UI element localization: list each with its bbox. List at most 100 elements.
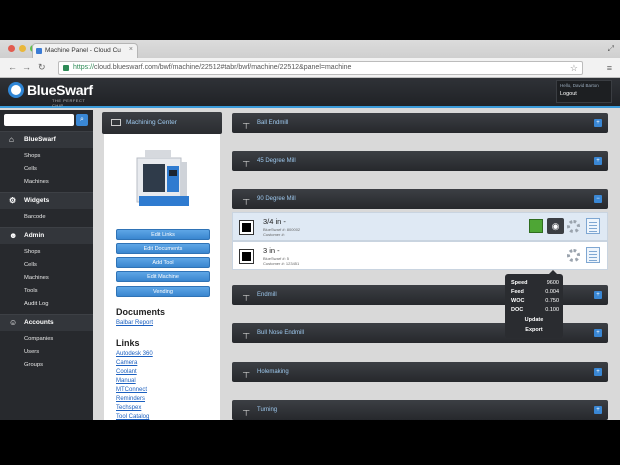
link-autodesk-360[interactable]: Autodesk 360 (116, 351, 153, 357)
tool-group-ball-endmill[interactable]: ┬ Ball Endmill + (232, 113, 608, 133)
expand-icon[interactable]: + (594, 368, 602, 376)
tool-group-holemaking[interactable]: ┬ Holemaking + (232, 362, 608, 382)
tool-row[interactable]: 3 in - BlueSwarf #: 5 Customer #: 123451 (232, 241, 608, 270)
browser-tab[interactable]: Machine Panel - Cloud Cu × (32, 43, 138, 58)
logo-icon (8, 82, 24, 98)
address-bar[interactable]: https://cloud.blueswarf.com/bwf/machine/… (58, 61, 583, 75)
sidebar-section-title: Accounts (24, 319, 54, 326)
add-tool-button[interactable]: Add Tool (116, 257, 210, 268)
settings-gear-icon[interactable] (567, 249, 580, 262)
vending-button[interactable]: Vending (116, 286, 210, 297)
sidebar-item-companies[interactable]: Companies (0, 333, 93, 345)
sidebar-item-audit-log[interactable]: Audit Log (0, 298, 93, 310)
popup-row-speed: Speed 9600 (511, 279, 559, 288)
eye-icon[interactable]: ◉ (547, 218, 564, 234)
fullscreen-icon[interactable]: ⤢ (608, 44, 614, 54)
popup-value: 0.750 (545, 298, 559, 304)
url-text: cloud.blueswarf.com/bwf/machine/22512#ta… (94, 64, 352, 71)
brand-tagline: THE PERFECT CHIP (52, 98, 86, 108)
tool-icon: ┬ (243, 118, 250, 128)
spreadsheet-icon[interactable] (586, 218, 600, 234)
popup-value: 0.004 (545, 289, 559, 295)
machine-icon (111, 119, 121, 126)
tool-group-turning[interactable]: ┬ Turning + (232, 400, 608, 420)
link-reminders[interactable]: Reminders (116, 396, 145, 402)
tab-title: Machine Panel - Cloud Cu (45, 47, 121, 54)
navigation-bar: ← → ↻ https://cloud.blueswarf.com/bwf/ma… (0, 58, 620, 78)
edit-documents-button[interactable]: Edit Documents (116, 243, 210, 254)
popup-value: 0.100 (545, 307, 559, 313)
sidebar: ⌕ ⌂ BlueSwarf Shops Cells Machines ⚙ Wid… (0, 110, 93, 420)
popup-label: Feed (511, 289, 524, 295)
user-box: Hello, David Barton Logout (556, 80, 612, 103)
arrow-right-icon[interactable]: → (22, 62, 31, 72)
sidebar-item-cells[interactable]: Cells (0, 163, 93, 175)
edit-machine-button[interactable]: Edit Machine (116, 271, 210, 282)
expand-icon[interactable]: + (594, 329, 602, 337)
link-coolant[interactable]: Coolant (116, 369, 137, 375)
sidebar-item-barcode[interactable]: Barcode (0, 211, 93, 223)
expand-icon[interactable]: + (594, 406, 602, 414)
sidebar-item-shops[interactable]: Shops (0, 150, 93, 162)
link-techspex[interactable]: Techspex (116, 405, 141, 411)
sidebar-item-groups[interactable]: Groups (0, 359, 93, 371)
link-mtconnect[interactable]: MTConnect (116, 387, 147, 393)
sidebar-section-blueswarf[interactable]: ⌂ BlueSwarf (0, 131, 93, 148)
close-tab-icon[interactable]: × (129, 46, 133, 53)
popup-value: 9600 (546, 280, 559, 286)
users-icon: ☺ (9, 318, 18, 327)
link-camera[interactable]: Camera (116, 360, 137, 366)
sidebar-item-machines[interactable]: Machines (0, 176, 93, 188)
update-button[interactable]: Update (505, 317, 563, 323)
user-greeting: Hello, David Barton (560, 83, 599, 88)
search-icon[interactable]: ⌕ (76, 114, 88, 126)
brand-logo[interactable]: BlueSwarf THE PERFECT CHIP (8, 82, 93, 108)
tool-name: 3 in - (263, 246, 280, 255)
sidebar-section-accounts[interactable]: ☺ Accounts (0, 314, 93, 331)
edit-links-button[interactable]: Edit Links (116, 229, 210, 240)
home-icon: ⌂ (9, 135, 14, 144)
documents-heading: Documents (116, 307, 166, 317)
tool-group-90-degree-mill[interactable]: ┬ 90 Degree Mill − (232, 189, 608, 209)
logout-link[interactable]: Logout (560, 91, 608, 97)
speeds-feeds-popup: Speed 9600 Feed 0.004 WOC 0.750 DOC 0.10… (505, 270, 563, 338)
sidebar-item-admin-cells[interactable]: Cells (0, 259, 93, 271)
link-manual[interactable]: Manual (116, 378, 136, 384)
popup-row-woc: WOC 0.750 (511, 297, 559, 306)
document-link[interactable]: Balbar Report (116, 320, 153, 326)
sidebar-search: ⌕ (4, 114, 88, 126)
close-window-button[interactable] (8, 45, 15, 52)
sidebar-item-admin-machines[interactable]: Machines (0, 272, 93, 284)
search-input[interactable] (4, 114, 74, 126)
settings-gear-icon[interactable] (567, 220, 580, 233)
machine-image (125, 144, 198, 215)
sidebar-item-admin-shops[interactable]: Shops (0, 246, 93, 258)
reload-icon[interactable]: ↻ (38, 62, 46, 73)
spreadsheet-icon[interactable] (586, 247, 600, 263)
arrow-left-icon[interactable]: ← (8, 62, 17, 72)
sidebar-item-admin-tools[interactable]: Tools (0, 285, 93, 297)
sidebar-section-admin[interactable]: ☻ Admin (0, 227, 93, 244)
tool-group-title: 45 Degree Mill (257, 158, 296, 164)
minimize-window-button[interactable] (19, 45, 26, 52)
expand-icon[interactable]: + (594, 291, 602, 299)
tool-group-45-degree-mill[interactable]: ┬ 45 Degree Mill + (232, 151, 608, 171)
sidebar-section-widgets[interactable]: ⚙ Widgets (0, 192, 93, 209)
tool-icon: ┬ (243, 290, 250, 300)
browser-window: Machine Panel - Cloud Cu × ⤢ ← → ↻ https… (0, 40, 620, 420)
tool-group-title: Ball Endmill (257, 120, 289, 126)
status-green-icon[interactable] (529, 219, 543, 233)
hamburger-icon[interactable]: ≡ (607, 63, 612, 73)
tool-customer-number: Customer #: (263, 232, 285, 237)
tool-icon: ┬ (243, 194, 250, 204)
tool-row[interactable]: 3/4 in - BlueSwarf #: 800002 Customer #:… (232, 212, 608, 241)
link-tool-catalog[interactable]: Tool Catalog (116, 414, 149, 420)
collapse-icon[interactable]: − (594, 195, 602, 203)
star-icon[interactable]: ☆ (570, 62, 578, 74)
popup-label: WOC (511, 298, 525, 304)
tool-group-title: Holemaking (257, 369, 289, 375)
export-button[interactable]: Export (505, 327, 563, 333)
sidebar-item-users[interactable]: Users (0, 346, 93, 358)
expand-icon[interactable]: + (594, 119, 602, 127)
expand-icon[interactable]: + (594, 157, 602, 165)
